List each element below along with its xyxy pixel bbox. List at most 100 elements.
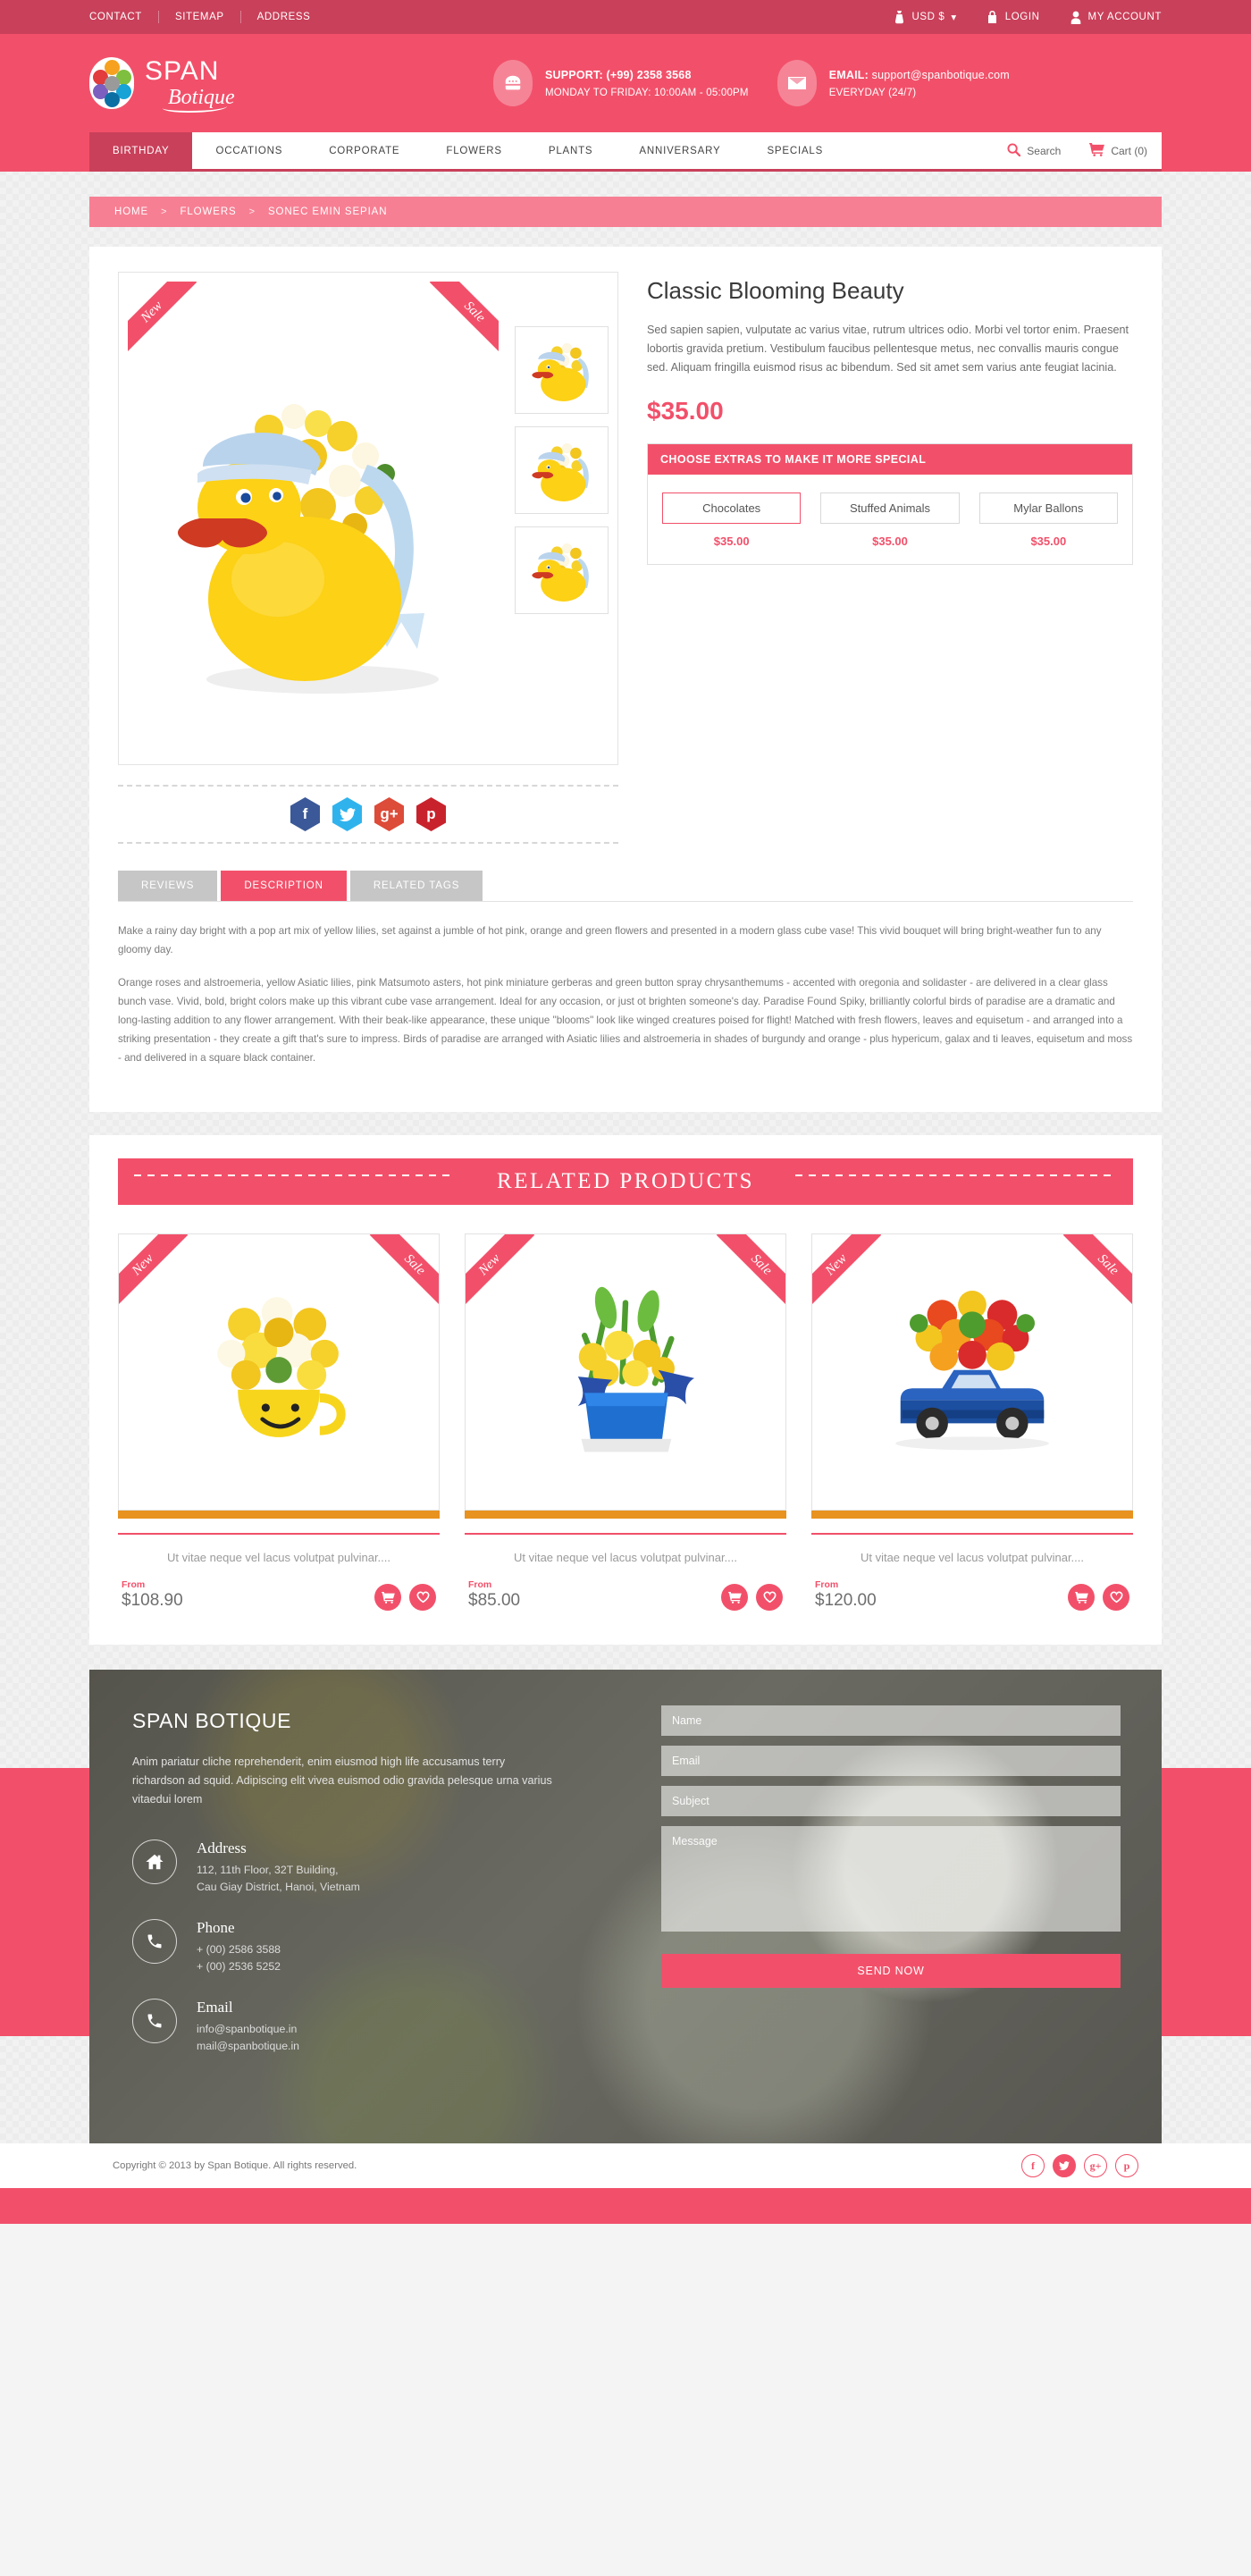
facebook-icon[interactable]: f	[1021, 2154, 1045, 2177]
footer-contact-email: Email info@spanbotique.in mail@spanbotiq…	[132, 1999, 608, 2055]
footer-social-links: f g+ p	[1021, 2154, 1138, 2177]
blue-box-bouquet-illustration	[577, 1286, 694, 1452]
share-facebook-icon[interactable]: f	[290, 797, 320, 831]
product-main-image[interactable]: New Sale	[128, 282, 499, 755]
add-to-cart-button[interactable]	[374, 1584, 401, 1611]
nav-item-flowers[interactable]: FLOWERS	[423, 132, 525, 169]
facebook-glyph: f	[302, 805, 308, 822]
message-field[interactable]	[661, 1826, 1121, 1932]
nav-item-birthday[interactable]: BIRTHDAY	[89, 132, 193, 169]
top-link-sitemap[interactable]: SITEMAP	[159, 11, 241, 23]
add-to-wishlist-button[interactable]	[409, 1584, 436, 1611]
login-label: LOGIN	[1004, 12, 1040, 22]
send-now-button[interactable]: SEND NOW	[661, 1954, 1121, 1988]
share-twitter-icon[interactable]	[332, 797, 362, 831]
price-from-label: From	[468, 1579, 492, 1590]
email-address: support@spanbotique.com	[871, 68, 1010, 81]
lock-icon	[987, 10, 999, 24]
nav-item-corporate[interactable]: CORPORATE	[306, 132, 423, 169]
top-link-contact[interactable]: CONTACT	[89, 11, 159, 23]
phone-icon	[493, 60, 533, 106]
card-color-bar	[465, 1511, 786, 1519]
related-product-card[interactable]: New Sale Ut vitae neque vel lacus volutp…	[118, 1233, 440, 1611]
top-utility-links: CONTACT SITEMAP ADDRESS	[89, 11, 326, 23]
nav-item-specials[interactable]: SPECIALS	[743, 132, 846, 169]
footer-phone-2: + (00) 2536 5252	[197, 1960, 281, 1973]
extra-button-chocolates[interactable]: Chocolates	[662, 492, 802, 524]
cart-label: Cart (0)	[1111, 144, 1147, 157]
nav-item-plants[interactable]: PLANTS	[525, 132, 617, 169]
add-to-wishlist-button[interactable]	[1103, 1584, 1129, 1611]
email-hours: EVERYDAY (24/7)	[828, 87, 917, 98]
pinterest-icon[interactable]: p	[1115, 2154, 1138, 2177]
support-hours: MONDAY TO FRIDAY: 10:00AM - 05:00PM	[545, 87, 749, 98]
product-extras: CHOOSE EXTRAS TO MAKE IT MORE SPECIAL Ch…	[647, 443, 1133, 565]
name-field[interactable]	[661, 1705, 1121, 1736]
duck-bouquet-illustration	[177, 404, 439, 694]
tab-description[interactable]: DESCRIPTION	[221, 871, 347, 901]
nav-item-occations[interactable]: OCCATIONS	[192, 132, 306, 169]
decorative-dash-right	[795, 1174, 1117, 1176]
search-label: Search	[1027, 144, 1062, 157]
email-field[interactable]	[661, 1746, 1121, 1776]
currency-icon	[894, 10, 905, 24]
related-product-image[interactable]: New Sale	[811, 1233, 1133, 1511]
top-utility-actions: USD $ ▾ LOGIN MY ACCOUNT	[894, 10, 1162, 24]
header-support-info: SUPPORT: (+99) 2358 3568 MONDAY TO FRIDA…	[493, 60, 749, 106]
extra-price-chocolates: $35.00	[713, 535, 750, 548]
tab-related-tags[interactable]: RELATED TAGS	[349, 871, 483, 901]
product-gallery: New Sale	[118, 272, 618, 765]
top-link-address[interactable]: ADDRESS	[241, 11, 327, 23]
related-product-title[interactable]: Ut vitae neque vel lacus volutpat pulvin…	[465, 1535, 786, 1576]
extra-button-mylar-ballons[interactable]: Mylar Ballons	[978, 492, 1118, 524]
footer-contact-title: Email	[197, 1999, 233, 2016]
logo-title: SPAN	[145, 56, 220, 86]
tab-panel-description: Make a rainy day bright with a pop art m…	[118, 902, 1133, 1067]
related-products-header: RELATED PRODUCTS	[118, 1158, 1133, 1205]
cart-button[interactable]: Cart (0)	[1075, 132, 1162, 169]
related-product-title[interactable]: Ut vitae neque vel lacus volutpat pulvin…	[811, 1535, 1133, 1576]
related-product-card[interactable]: New Sale Ut vitae neque vel lacus volutp…	[811, 1233, 1133, 1611]
add-to-cart-button[interactable]	[1068, 1584, 1095, 1611]
my-account-link[interactable]: MY ACCOUNT	[1070, 11, 1162, 24]
envelope-icon	[777, 60, 817, 106]
tab-reviews[interactable]: REVIEWS	[118, 871, 218, 901]
extra-option-chocolates: Chocolates $35.00	[662, 492, 802, 548]
related-products-section: RELATED PRODUCTS New Sale Ut vitae neque…	[89, 1135, 1162, 1645]
product-thumbnail[interactable]	[515, 326, 609, 414]
product-thumbnail[interactable]	[515, 526, 609, 614]
breadcrumb-category[interactable]: FLOWERS	[180, 206, 236, 217]
nav-item-anniversary[interactable]: ANNIVERSARY	[616, 132, 743, 169]
footer-main: SPAN BOTIQUE Anim pariatur cliche repreh…	[89, 1670, 1162, 2143]
top-utility-bar: CONTACT SITEMAP ADDRESS USD $ ▾ LOGIN MY…	[0, 0, 1251, 34]
product-thumbnail[interactable]	[515, 426, 609, 514]
related-product-title[interactable]: Ut vitae neque vel lacus volutpat pulvin…	[118, 1535, 440, 1576]
breadcrumb-home[interactable]: HOME	[114, 206, 148, 217]
description-paragraph-2: Orange roses and alstroemeria, yellow As…	[118, 977, 1133, 1064]
related-product-card[interactable]: New Sale Ut vitae neque vel lacus volutp…	[465, 1233, 786, 1611]
extras-title: CHOOSE EXTRAS TO MAKE IT MORE SPECIAL	[648, 444, 1132, 475]
currency-selector[interactable]: USD $ ▾	[894, 10, 956, 24]
extra-option-mylar-ballons: Mylar Ballons $35.00	[978, 492, 1118, 548]
card-color-bar	[811, 1511, 1133, 1519]
share-googleplus-icon[interactable]: g+	[374, 797, 404, 831]
extra-button-stuffed-animals[interactable]: Stuffed Animals	[820, 492, 960, 524]
googleplus-icon[interactable]: g+	[1084, 2154, 1107, 2177]
footer-bottom-band	[0, 2188, 1251, 2224]
related-product-image[interactable]: New Sale	[465, 1233, 786, 1511]
login-link[interactable]: LOGIN	[987, 10, 1040, 24]
site-logo[interactable]: SPAN Botique	[89, 56, 465, 113]
search-button[interactable]: Search	[993, 132, 1075, 169]
footer-contact-title: Address	[197, 1839, 247, 1856]
header-email-info: EMAIL: support@spanbotique.com EVERYDAY …	[777, 60, 1010, 106]
related-product-price: $85.00	[468, 1591, 521, 1610]
share-pinterest-icon[interactable]: p	[416, 797, 446, 831]
subject-field[interactable]	[661, 1786, 1121, 1816]
related-product-image[interactable]: New Sale	[118, 1233, 440, 1511]
add-to-cart-button[interactable]	[721, 1584, 748, 1611]
logo-flower-icon	[89, 57, 134, 109]
twitter-icon[interactable]	[1053, 2154, 1076, 2177]
footer-address-line1: 112, 11th Floor, 32T Building,	[197, 1864, 339, 1876]
add-to-wishlist-button[interactable]	[756, 1584, 783, 1611]
my-account-label: MY ACCOUNT	[1087, 12, 1162, 22]
